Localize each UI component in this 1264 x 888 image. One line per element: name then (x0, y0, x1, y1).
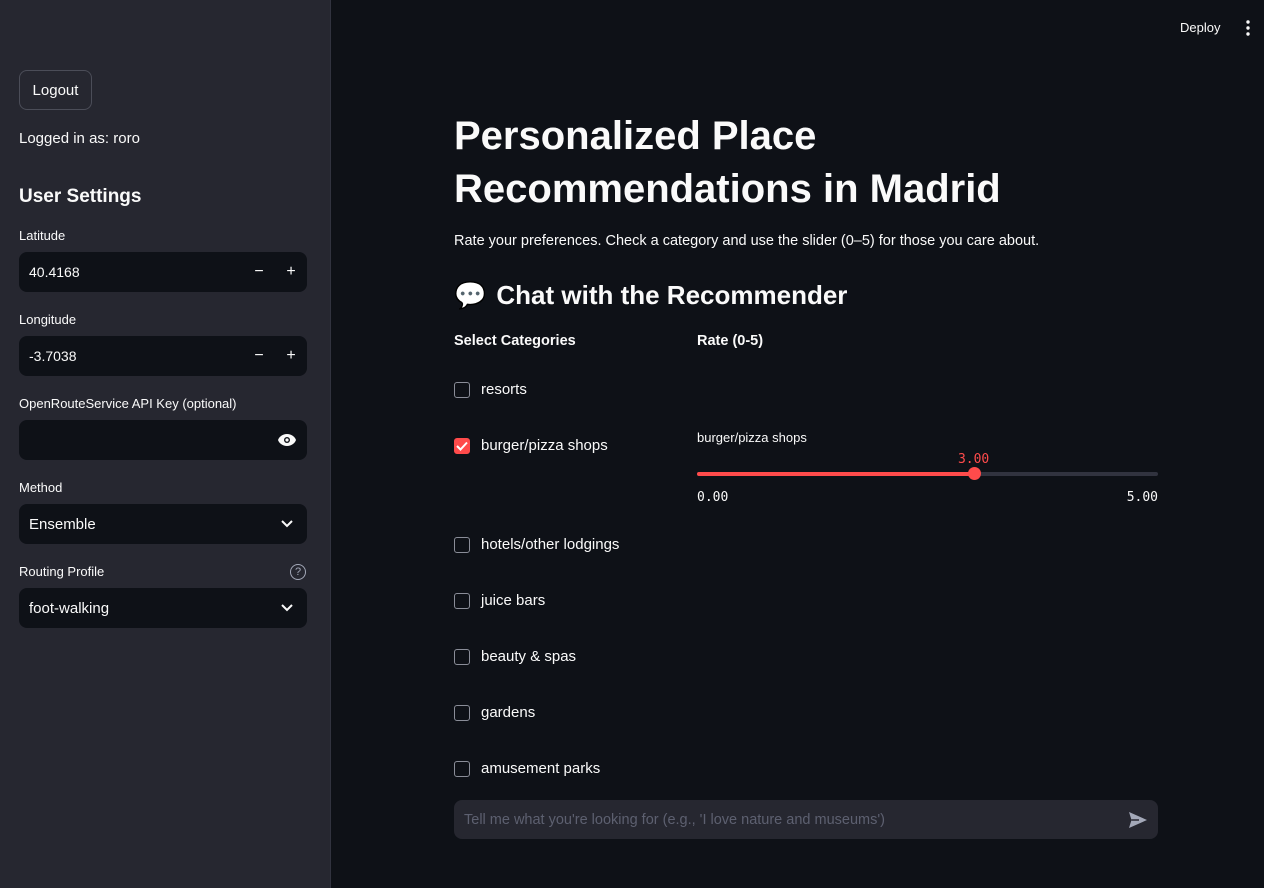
chat-input[interactable] (454, 811, 1118, 828)
category-checkbox-hotels[interactable]: hotels/other lodgings (454, 536, 619, 553)
slider-value: 3.00 (957, 452, 990, 467)
slider-min-label: 0.00 (697, 490, 729, 505)
latitude-decrement-button[interactable]: − (243, 252, 275, 292)
latitude-increment-button[interactable]: + (275, 252, 307, 292)
checkbox[interactable] (454, 592, 470, 609)
select-categories-header: Select Categories (454, 333, 576, 349)
category-checkbox-gardens[interactable]: gardens (454, 704, 535, 721)
routing-profile-select[interactable]: foot-walking (19, 588, 307, 628)
chat-input-bar (454, 800, 1158, 839)
longitude-label: Longitude (19, 312, 77, 327)
chat-heading-text: Chat with the Recommender (496, 280, 848, 310)
help-icon[interactable]: ? (290, 564, 306, 580)
chevron-down-icon (267, 604, 307, 612)
chat-heading: 💬 Chat with the Recommender (454, 280, 847, 311)
category-checkbox-juice-bars[interactable]: juice bars (454, 592, 545, 609)
longitude-input[interactable]: -3.7038 (19, 348, 243, 364)
rate-header: Rate (0-5) (697, 333, 764, 349)
category-checkbox-resorts[interactable]: resorts (454, 381, 527, 398)
logged-in-text: Logged in as: roro (19, 130, 140, 147)
sidebar: Logout Logged in as: roro User Settings … (0, 0, 331, 888)
method-label: Method (19, 480, 63, 495)
method-value: Ensemble (29, 515, 96, 533)
latitude-label: Latitude (19, 228, 66, 243)
api-key-field (19, 420, 307, 460)
longitude-field: -3.7038 − + (19, 336, 307, 376)
latitude-field: 40.4168 − + (19, 252, 307, 292)
category-label: burger/pizza shops (481, 437, 608, 454)
category-label: gardens (481, 704, 536, 721)
slider-label: burger/pizza shops (697, 430, 807, 445)
checkbox[interactable] (454, 760, 470, 777)
deploy-button[interactable]: Deploy (1180, 20, 1220, 35)
category-label: resorts (481, 381, 527, 398)
logout-button[interactable]: Logout (19, 70, 92, 110)
chevron-down-icon (267, 520, 307, 528)
routing-profile-label: Routing Profile (19, 564, 105, 579)
method-select[interactable]: Ensemble (19, 504, 307, 544)
category-label: hotels/other lodgings (481, 536, 620, 553)
checkmark-icon (456, 441, 468, 451)
user-settings-title: User Settings (19, 186, 142, 207)
category-checkbox-beauty-spas[interactable]: beauty & spas (454, 648, 576, 665)
slider-track[interactable] (697, 467, 1158, 480)
checkbox[interactable] (454, 648, 470, 665)
send-icon[interactable] (1118, 800, 1158, 839)
more-options-icon[interactable] (1240, 18, 1256, 38)
category-label: amusement parks (481, 760, 601, 777)
intro-text: Rate your preferences. Check a category … (454, 233, 1040, 249)
checkbox[interactable] (454, 381, 470, 398)
slider-fill (697, 472, 974, 476)
rating-slider: burger/pizza shops 3.00 0.00 5.00 (697, 430, 1158, 510)
checkbox[interactable] (454, 704, 470, 721)
category-checkbox-amusement-parks[interactable]: amusement parks (454, 760, 600, 777)
checkbox[interactable] (454, 437, 470, 454)
page-title: Personalized Place Recommendations in Ma… (454, 114, 1001, 211)
longitude-decrement-button[interactable]: − (243, 336, 275, 376)
api-key-label: OpenRouteService API Key (optional) (19, 396, 237, 411)
slider-max-label: 5.00 (1126, 490, 1158, 505)
category-label: juice bars (481, 592, 546, 609)
routing-profile-value: foot-walking (29, 599, 110, 617)
category-checkbox-burger-pizza[interactable]: burger/pizza shops (454, 437, 608, 454)
slider-thumb[interactable] (967, 467, 981, 480)
category-label: beauty & spas (481, 648, 577, 665)
latitude-input[interactable]: 40.4168 (19, 264, 243, 280)
checkbox[interactable] (454, 536, 470, 553)
speech-bubble-icon: 💬 (454, 280, 487, 310)
eye-icon[interactable] (267, 433, 307, 447)
longitude-increment-button[interactable]: + (275, 336, 307, 376)
